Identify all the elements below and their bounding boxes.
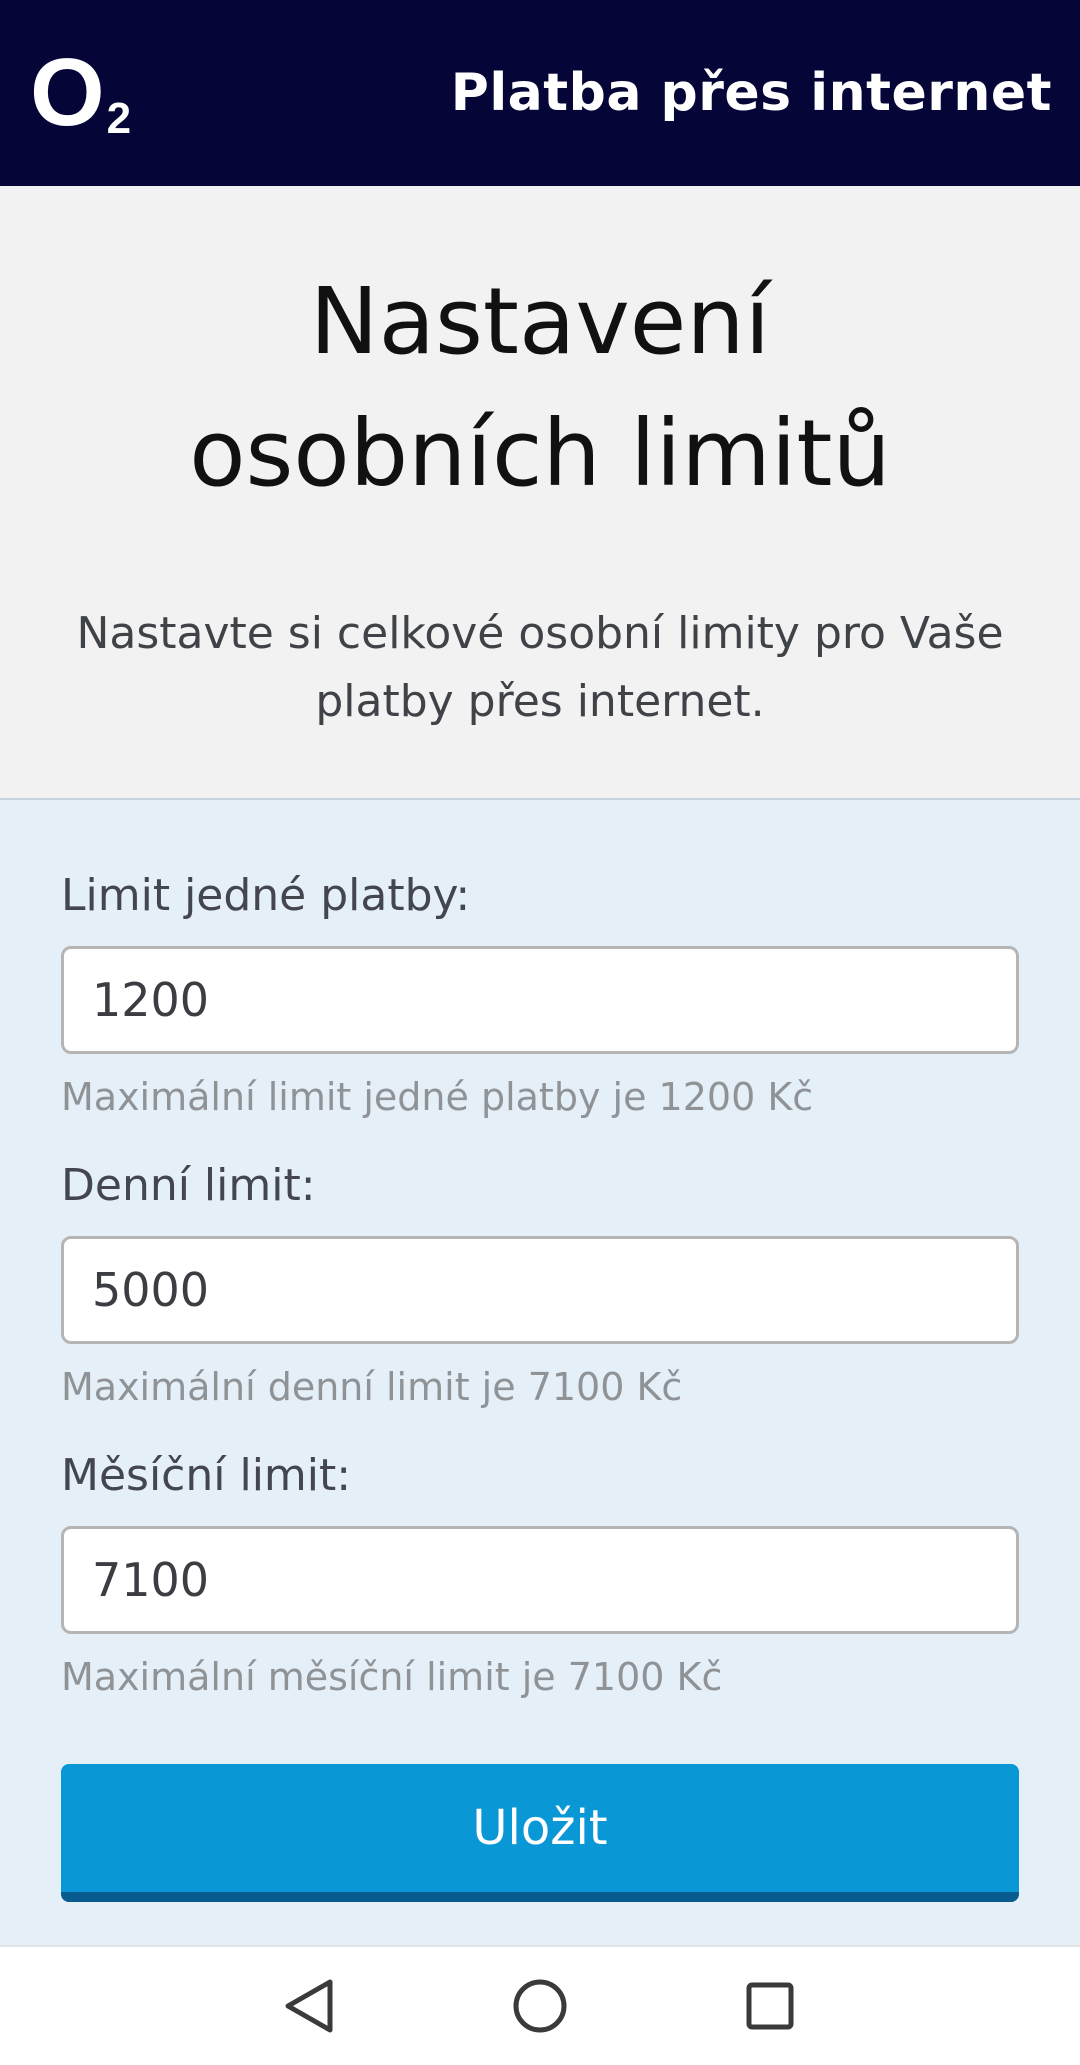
monthly-limit-hint: Maximální měsíční limit je 7100 Kč <box>61 1655 723 1699</box>
monthly-limit-label: Měsíční limit: <box>61 1450 352 1501</box>
logo-letter: O <box>30 39 105 146</box>
daily-limit-label: Denní limit: <box>61 1160 316 1211</box>
daily-limit-field: Denní limit: Maximální denní limit je 71… <box>61 1158 1019 1412</box>
limits-form: Limit jedné platby: Maximální limit jedn… <box>0 800 1080 1945</box>
logo-subscript: 2 <box>106 94 132 143</box>
intro-section: Nastavení osobních limitů Nastavte si ce… <box>0 186 1080 800</box>
o2-logo[interactable]: O 2 <box>30 45 131 141</box>
daily-limit-input[interactable] <box>61 1236 1019 1344</box>
back-triangle-icon[interactable] <box>270 1966 350 2046</box>
save-button[interactable]: Uložit <box>61 1764 1019 1902</box>
app-header: O 2 Platba přes internet <box>0 0 1080 186</box>
page-title: Nastavení osobních limitů <box>189 268 891 507</box>
home-circle-icon[interactable] <box>500 1966 580 2046</box>
daily-limit-hint: Maximální denní limit je 7100 Kč <box>61 1365 683 1409</box>
monthly-limit-input[interactable] <box>61 1526 1019 1634</box>
single-payment-limit-hint: Maximální limit jedné platby je 1200 Kč <box>61 1075 814 1119</box>
single-payment-limit-field: Limit jedné platby: Maximální limit jedn… <box>61 868 1019 1122</box>
recents-square-icon[interactable] <box>730 1966 810 2046</box>
system-nav-bar <box>0 1945 1080 2065</box>
single-payment-limit-label: Limit jedné platby: <box>61 870 471 921</box>
header-title: Platba přes internet <box>450 63 1052 123</box>
single-payment-limit-input[interactable] <box>61 946 1019 1054</box>
intro-description: Nastavte si celkové osobní limity pro Va… <box>76 608 1004 727</box>
monthly-limit-field: Měsíční limit: Maximální měsíční limit j… <box>61 1448 1019 1702</box>
